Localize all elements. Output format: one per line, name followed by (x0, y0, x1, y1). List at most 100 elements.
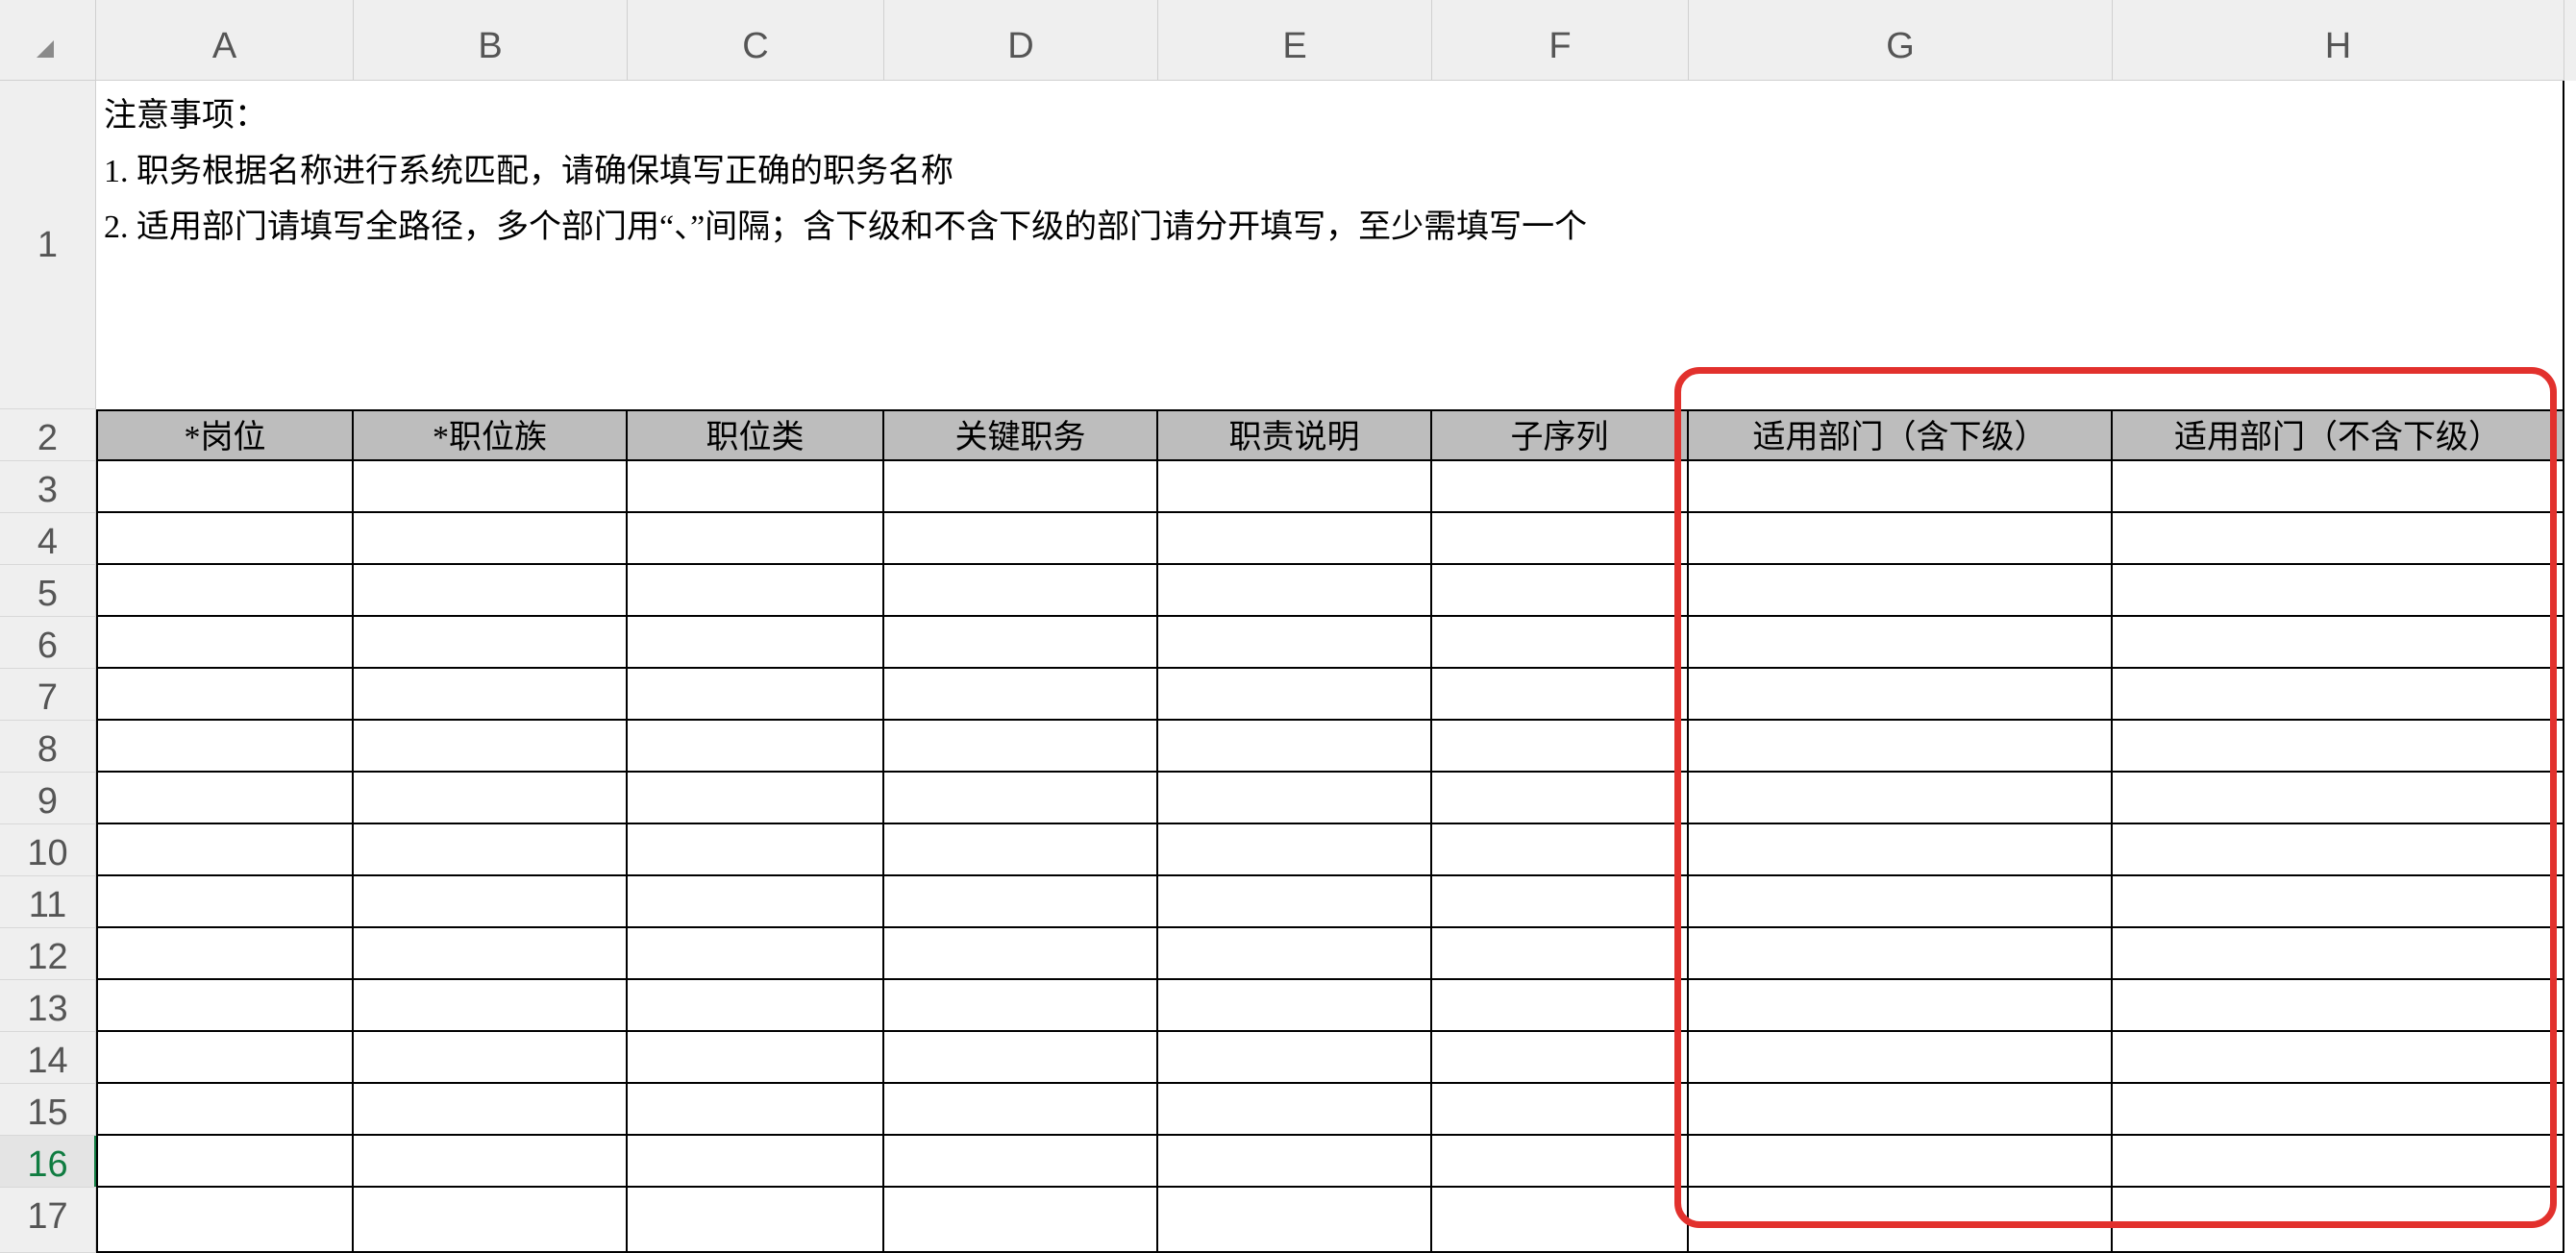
table-cell[interactable] (354, 721, 628, 773)
table-cell[interactable] (1158, 617, 1432, 669)
row-header-15[interactable]: 15 (0, 1084, 96, 1136)
table-cell[interactable] (1432, 669, 1689, 721)
table-cell[interactable] (354, 1188, 628, 1253)
table-cell[interactable] (2113, 617, 2564, 669)
table-cell[interactable] (628, 721, 884, 773)
column-header-g[interactable]: G (1689, 0, 2113, 81)
table-cell[interactable] (96, 1084, 354, 1136)
table-cell[interactable] (1158, 1032, 1432, 1084)
table-cell[interactable] (1158, 980, 1432, 1032)
table-cell[interactable] (1158, 773, 1432, 824)
table-cell[interactable] (354, 1136, 628, 1188)
table-cell[interactable] (2113, 928, 2564, 980)
table-cell[interactable] (1432, 565, 1689, 617)
table-cell[interactable] (1689, 669, 2113, 721)
table-cell[interactable] (884, 928, 1158, 980)
table-cell[interactable] (628, 1032, 884, 1084)
table-cell[interactable] (2113, 721, 2564, 773)
row-header-14[interactable]: 14 (0, 1032, 96, 1084)
table-cell[interactable] (2113, 669, 2564, 721)
column-header-h[interactable]: H (2113, 0, 2564, 81)
table-cell[interactable] (628, 824, 884, 876)
table-cell[interactable] (884, 513, 1158, 565)
table-cell[interactable] (1432, 1032, 1689, 1084)
table-cell[interactable] (96, 1188, 354, 1253)
table-cell[interactable] (96, 876, 354, 928)
row-header-8[interactable]: 8 (0, 721, 96, 773)
table-cell[interactable] (628, 876, 884, 928)
table-cell[interactable] (96, 980, 354, 1032)
table-cell[interactable] (1689, 721, 2113, 773)
table-cell[interactable] (1158, 1188, 1432, 1253)
table-cell[interactable] (96, 721, 354, 773)
header-cell-b[interactable]: *职位族 (354, 409, 628, 461)
table-cell[interactable] (1432, 980, 1689, 1032)
table-cell[interactable] (2113, 513, 2564, 565)
table-cell[interactable] (354, 461, 628, 513)
table-cell[interactable] (1432, 461, 1689, 513)
table-cell[interactable] (354, 773, 628, 824)
table-cell[interactable] (1158, 669, 1432, 721)
table-cell[interactable] (884, 1084, 1158, 1136)
table-cell[interactable] (354, 928, 628, 980)
table-cell[interactable] (884, 980, 1158, 1032)
table-cell[interactable] (628, 773, 884, 824)
table-cell[interactable] (1689, 773, 2113, 824)
header-cell-d[interactable]: 关键职务 (884, 409, 1158, 461)
table-cell[interactable] (2113, 461, 2564, 513)
table-cell[interactable] (628, 513, 884, 565)
table-cell[interactable] (1689, 461, 2113, 513)
header-cell-h[interactable]: 适用部门（不含下级） (2113, 409, 2564, 461)
row-header-16[interactable]: 16 (0, 1136, 98, 1188)
table-cell[interactable] (884, 565, 1158, 617)
table-cell[interactable] (354, 617, 628, 669)
table-cell[interactable] (2113, 773, 2564, 824)
table-cell[interactable] (1689, 928, 2113, 980)
table-cell[interactable] (628, 1188, 884, 1253)
table-cell[interactable] (884, 824, 1158, 876)
table-cell[interactable] (2113, 1188, 2564, 1253)
row-header-6[interactable]: 6 (0, 617, 96, 669)
row-header-17[interactable]: 17 (0, 1188, 96, 1253)
table-cell[interactable] (354, 513, 628, 565)
table-cell[interactable] (884, 461, 1158, 513)
table-cell[interactable] (884, 1032, 1158, 1084)
table-cell[interactable] (1689, 980, 2113, 1032)
row-header-11[interactable]: 11 (0, 876, 96, 928)
table-cell[interactable] (96, 773, 354, 824)
table-cell[interactable] (96, 513, 354, 565)
table-cell[interactable] (1158, 513, 1432, 565)
row-header-4[interactable]: 4 (0, 513, 96, 565)
header-cell-e[interactable]: 职责说明 (1158, 409, 1432, 461)
table-cell[interactable] (1158, 461, 1432, 513)
table-cell[interactable] (96, 1136, 354, 1188)
table-cell[interactable] (1432, 617, 1689, 669)
column-header-b[interactable]: B (354, 0, 628, 81)
table-cell[interactable] (96, 928, 354, 980)
table-cell[interactable] (2113, 565, 2564, 617)
row-header-9[interactable]: 9 (0, 773, 96, 824)
table-cell[interactable] (1689, 1136, 2113, 1188)
header-cell-g[interactable]: 适用部门（含下级） (1689, 409, 2113, 461)
header-cell-c[interactable]: 职位类 (628, 409, 884, 461)
header-cell-a[interactable]: *岗位 (96, 409, 354, 461)
table-cell[interactable] (354, 980, 628, 1032)
row-header-3[interactable]: 3 (0, 461, 96, 513)
table-cell[interactable] (1432, 1136, 1689, 1188)
table-cell[interactable] (1689, 1188, 2113, 1253)
column-header-d[interactable]: D (884, 0, 1158, 81)
table-cell[interactable] (884, 1188, 1158, 1253)
table-cell[interactable] (1158, 721, 1432, 773)
table-cell[interactable] (96, 669, 354, 721)
table-cell[interactable] (2113, 1032, 2564, 1084)
table-cell[interactable] (2113, 980, 2564, 1032)
table-cell[interactable] (1689, 1084, 2113, 1136)
table-cell[interactable] (1689, 1032, 2113, 1084)
table-cell[interactable] (628, 1084, 884, 1136)
row-header-12[interactable]: 12 (0, 928, 96, 980)
row-header-2[interactable]: 2 (0, 409, 96, 461)
row-header-5[interactable]: 5 (0, 565, 96, 617)
table-cell[interactable] (628, 1136, 884, 1188)
notes-cell[interactable]: 注意事项： 1. 职务根据名称进行系统匹配，请确保填写正确的职务名称 2. 适用… (96, 81, 2564, 409)
table-cell[interactable] (628, 461, 884, 513)
